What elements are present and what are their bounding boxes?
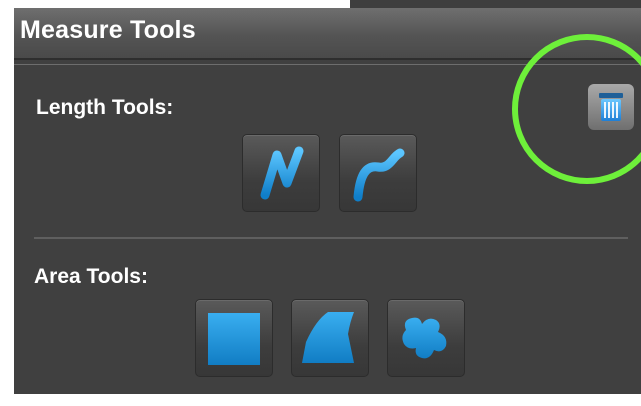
- length-tools-label: Length Tools:: [36, 96, 174, 119]
- length-freehand-button[interactable]: [339, 134, 417, 212]
- polygon-icon: [302, 312, 354, 363]
- polyline-icon: [260, 146, 304, 200]
- section-divider: [34, 237, 628, 239]
- area-polygon-button[interactable]: [291, 299, 369, 377]
- length-polyline-button[interactable]: [242, 134, 320, 212]
- panel-title: Measure Tools: [20, 16, 196, 44]
- area-freehand-button[interactable]: [387, 299, 465, 377]
- freehand-curve-icon: [353, 148, 405, 202]
- area-tools-label: Area Tools:: [34, 265, 148, 288]
- rectangle-icon: [208, 313, 260, 365]
- freehand-shape-icon: [402, 317, 447, 359]
- area-rectangle-button[interactable]: [195, 299, 273, 377]
